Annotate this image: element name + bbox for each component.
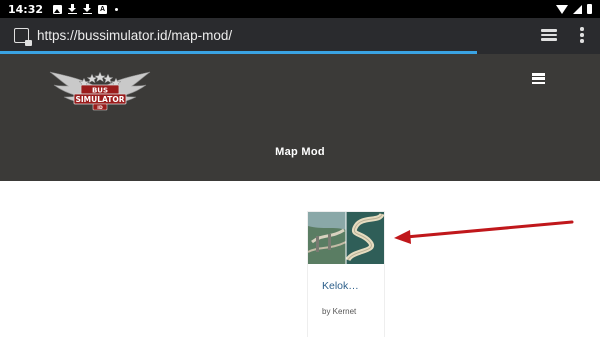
download-icon	[68, 4, 78, 14]
post-title[interactable]: Kelok…	[322, 280, 359, 292]
site-header: BUS SIMULATOR ID Map Mod	[0, 54, 600, 181]
logo-text-id: ID	[97, 105, 103, 111]
signal-icon	[573, 4, 582, 14]
overflow-menu-icon[interactable]	[580, 27, 584, 43]
url-text[interactable]: https://bussimulator.id/map-mod/	[37, 28, 232, 43]
site-info-icon[interactable]	[14, 27, 32, 46]
url-bar[interactable]: https://bussimulator.id/map-mod/	[0, 18, 600, 52]
image-icon	[53, 4, 63, 14]
site-logo[interactable]: BUS SIMULATOR ID	[48, 66, 152, 116]
logo-text-bus: BUS	[92, 87, 108, 95]
dot-icon	[115, 7, 119, 11]
screen: 14:32 A https://bussimulator.id/map-mod/	[0, 0, 600, 337]
wifi-icon	[556, 4, 568, 14]
page-title: Map Mod	[275, 146, 325, 158]
status-time: 14:32	[8, 2, 44, 16]
post-card[interactable]: Kelok… by Kernet	[307, 211, 385, 337]
post-author: by Kernet	[322, 307, 357, 316]
annotation-arrow-icon	[394, 220, 574, 244]
tabs-icon[interactable]	[541, 29, 557, 41]
battery-icon	[587, 4, 592, 14]
status-bar: 14:32 A	[0, 0, 600, 18]
hamburger-menu-icon[interactable]	[532, 73, 545, 85]
content-area: Kelok… by Kernet	[0, 181, 600, 337]
post-thumbnail[interactable]	[308, 212, 384, 264]
a-icon: A	[98, 4, 108, 14]
download-icon	[83, 4, 93, 14]
logo-text-simulator: SIMULATOR	[75, 95, 124, 104]
